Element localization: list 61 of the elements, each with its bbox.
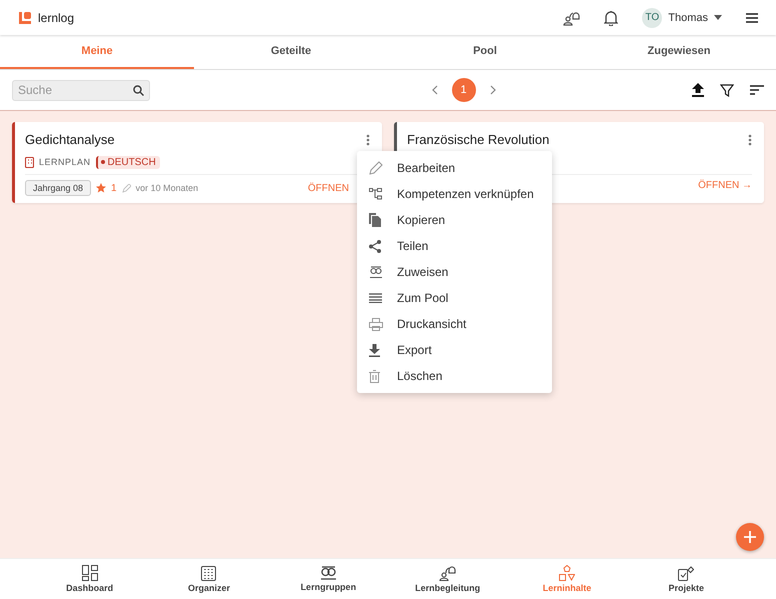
person-bell-icon[interactable] (562, 10, 580, 26)
caret-icon (714, 15, 722, 20)
more-icon[interactable] (366, 134, 370, 146)
nav-item[interactable]: Dashboard (30, 559, 150, 599)
updated-time: vor 10 Monaten (136, 183, 198, 193)
copy-icon (369, 213, 381, 227)
menu-item[interactable]: Export (357, 337, 552, 363)
menu-item[interactable]: Zum Pool (357, 285, 552, 311)
menu-item[interactable]: Teilen (357, 233, 552, 259)
user-avatar: TO (642, 8, 662, 28)
person-bell-icon (439, 565, 456, 581)
pencil-icon (369, 161, 383, 175)
user-menu[interactable]: TO Thomas (642, 8, 722, 28)
grade-tag: Jahrgang 08 (25, 180, 92, 196)
app-name: lernlog (38, 10, 74, 24)
plan-icon (25, 156, 34, 168)
user-name: Thomas (668, 12, 708, 24)
menu-item[interactable]: Kopieren (357, 207, 552, 233)
upload-icon[interactable] (692, 83, 704, 97)
nav-item[interactable]: Organizer (149, 559, 269, 599)
share-icon (369, 240, 381, 252)
nav-item[interactable]: Lernbegleitung (388, 559, 508, 599)
group-icon (320, 566, 337, 580)
shapes-icon (558, 565, 575, 581)
sort-icon[interactable] (750, 85, 764, 95)
card-title: Französische Revolution (407, 132, 550, 147)
trash-icon (369, 370, 380, 382)
menu-icon[interactable] (746, 12, 758, 22)
group-icon (369, 266, 383, 278)
nav-item[interactable]: Lerngruppen (268, 559, 388, 599)
logo-icon (18, 10, 32, 24)
plus-icon (744, 531, 756, 543)
card-title: Gedichtanalyse (25, 132, 115, 147)
content-card[interactable]: Gedichtanalyse LERNPLAN DEUTSCH Jahrgang 08 1 vor 10 Monaten ÖFFNEN (12, 122, 382, 203)
more-icon[interactable] (748, 134, 752, 146)
nav-item[interactable]: Projekte (626, 559, 746, 599)
menu-item[interactable]: Zuweisen (357, 259, 552, 285)
add-button[interactable] (736, 523, 764, 551)
download-icon (369, 344, 380, 356)
menu-item[interactable]: Löschen (357, 363, 552, 389)
project-icon (678, 566, 694, 580)
pencil-icon (122, 184, 131, 192)
tab[interactable]: Pool (388, 35, 582, 69)
previous-icon[interactable] (432, 85, 438, 95)
search-icon (133, 84, 144, 96)
star-icon (96, 183, 106, 193)
dashboard-icon (82, 565, 98, 581)
filter-icon[interactable] (720, 84, 734, 96)
content-type: LERNPLAN (39, 157, 91, 167)
notification-icon[interactable] (604, 10, 618, 26)
next-icon[interactable] (490, 85, 496, 95)
menu-item[interactable]: Druckansicht (357, 311, 552, 337)
tab[interactable]: Geteilte (194, 35, 388, 69)
list-icon (369, 293, 382, 303)
tab[interactable]: Zugewiesen (582, 35, 776, 69)
star-count: 1 (111, 182, 117, 194)
hierarchy-icon (369, 188, 382, 200)
subject-tag: DEUTSCH (96, 156, 160, 168)
search-field[interactable]: Suche (12, 80, 150, 100)
calendar-icon (201, 565, 216, 581)
printer-icon (369, 318, 383, 330)
